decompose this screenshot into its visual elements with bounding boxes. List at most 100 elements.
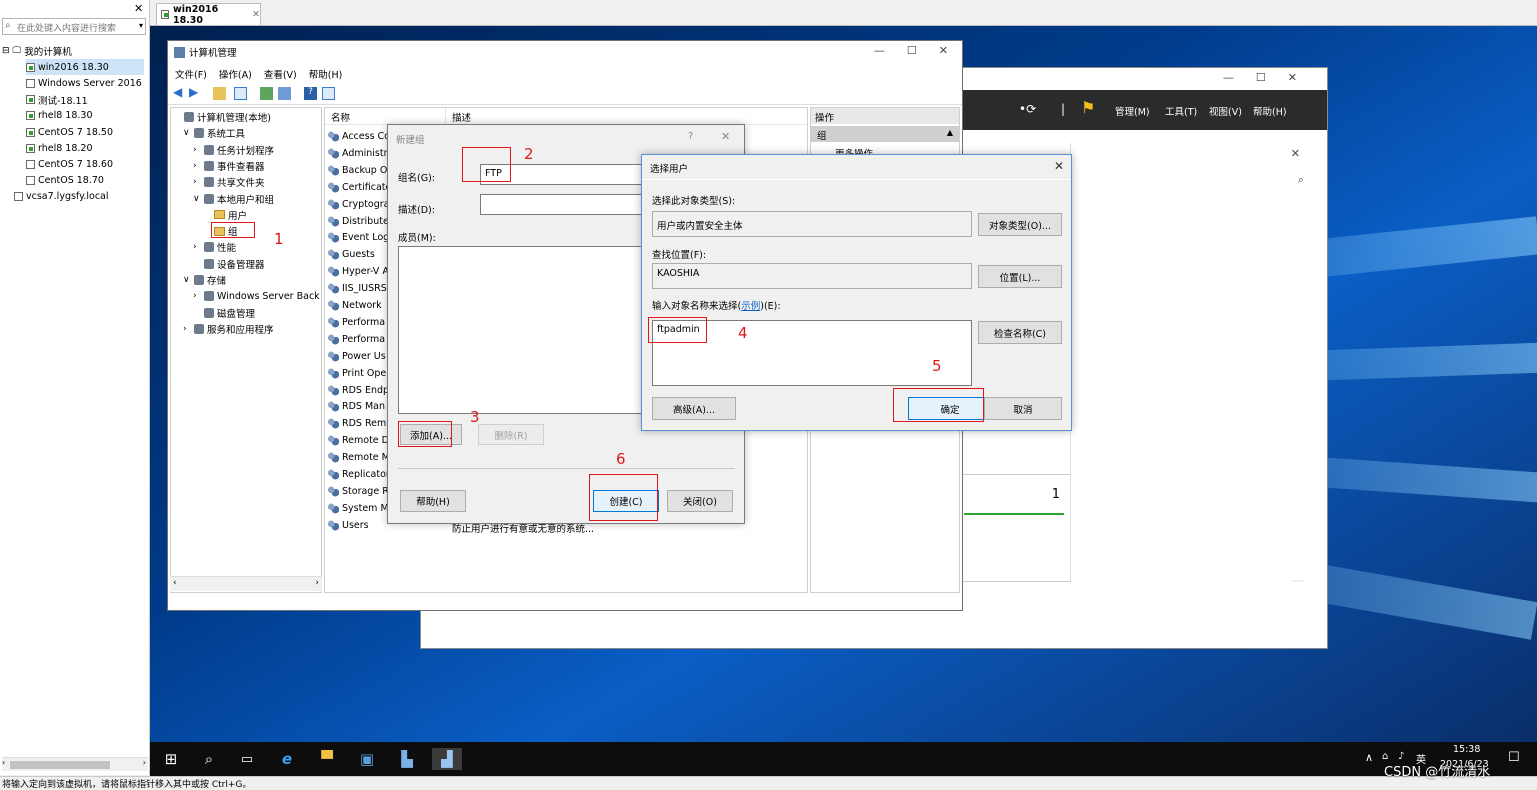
close-icon[interactable]: ✕ xyxy=(252,9,260,20)
windows-start-icon[interactable]: ⊞ xyxy=(160,748,182,770)
chevron-right-icon[interactable]: › xyxy=(193,291,201,301)
table-row[interactable]: RDS Man xyxy=(327,398,385,415)
internet-explorer-icon[interactable]: e xyxy=(276,748,298,770)
maximize-icon[interactable]: ☐ xyxy=(1256,71,1266,84)
remove-member-button[interactable]: 删除(R) xyxy=(478,424,544,445)
cancel-button[interactable]: 取消 xyxy=(984,397,1062,420)
refresh-icon[interactable] xyxy=(260,87,273,100)
chevron-down-icon[interactable]: ∨ xyxy=(193,194,201,204)
minimize-icon[interactable]: — xyxy=(1223,71,1234,84)
cm-tree-item[interactable]: › 任务计划程序 xyxy=(193,142,274,158)
sm-menu-manage[interactable]: 管理(M) xyxy=(1115,104,1150,118)
help-button[interactable]: 帮助(H) xyxy=(400,490,466,512)
cm-tree-hscrollbar[interactable]: ‹ › xyxy=(170,576,322,591)
cm-tree-item[interactable]: › 事件查看器 xyxy=(193,158,265,174)
table-row[interactable]: Print Ope xyxy=(327,365,386,382)
cm-tree-item[interactable]: › Windows Server Back xyxy=(193,288,320,304)
chevron-up-icon[interactable]: ▲ xyxy=(947,128,953,137)
table-row[interactable]: Storage R xyxy=(327,483,389,500)
task-view-icon[interactable]: ▭ xyxy=(236,748,258,770)
library-item[interactable]: CentOS 18.70 xyxy=(26,173,144,189)
sm-menu-help[interactable]: 帮助(H) xyxy=(1253,104,1287,118)
chevron-down-icon[interactable]: ∨ xyxy=(183,128,191,138)
close-icon[interactable]: ✕ xyxy=(1288,71,1297,84)
table-row[interactable]: Performa xyxy=(327,314,385,331)
cm-tree-item[interactable]: ∨ 存储 xyxy=(183,272,226,288)
chevron-down-icon[interactable]: ▾ xyxy=(139,21,143,30)
cm-tree-item[interactable]: 磁盘管理 xyxy=(193,305,255,321)
menu-help[interactable]: 帮助(H) xyxy=(309,67,343,81)
chevron-right-icon[interactable]: › xyxy=(193,242,201,252)
actions-more[interactable]: 更多操作 xyxy=(835,146,873,154)
sm-menu-view[interactable]: 视图(V) xyxy=(1209,104,1242,118)
library-item[interactable]: rhel8 18.20 xyxy=(26,140,144,156)
close-icon[interactable]: ✕ xyxy=(1291,147,1300,160)
chevron-right-icon[interactable]: › xyxy=(193,177,201,187)
menu-view[interactable]: 查看(V) xyxy=(264,67,297,81)
library-search-box[interactable]: ⌕ 在此处键入内容进行搜索 ▾ xyxy=(2,18,146,35)
library-scrollbar[interactable]: ‹ › xyxy=(2,757,148,771)
library-item[interactable]: CentOS 7 18.50 xyxy=(26,124,144,140)
close-icon[interactable]: ✕ xyxy=(939,44,948,57)
table-row[interactable]: IIS_IUSRS xyxy=(327,280,387,297)
table-row[interactable]: Backup O xyxy=(327,162,387,179)
table-row[interactable]: Network xyxy=(327,297,382,314)
table-row[interactable]: Distribute xyxy=(327,213,389,230)
locations-button[interactable]: 位置(L)... xyxy=(978,265,1062,288)
cm-tree-item[interactable]: 计算机管理(本地) xyxy=(173,109,271,125)
chevron-right-icon[interactable]: › xyxy=(183,324,191,334)
chevron-right-icon[interactable]: › xyxy=(193,161,201,171)
clock-time[interactable]: 15:38 xyxy=(1453,744,1480,755)
table-row[interactable]: RDS Endp xyxy=(327,382,389,399)
export-list-icon[interactable] xyxy=(278,87,291,100)
table-row[interactable]: Remote D xyxy=(327,432,389,449)
cm-tree-item[interactable]: › 服务和应用程序 xyxy=(183,321,274,337)
back-arrow-icon[interactable]: ◀ xyxy=(173,85,186,99)
server-manager-icon[interactable]: ▣ xyxy=(356,748,378,770)
chevron-down-icon[interactable]: ∨ xyxy=(183,275,191,285)
table-row[interactable]: Remote M xyxy=(327,449,390,466)
table-row[interactable]: Guests xyxy=(327,246,375,263)
show-action-pane-icon[interactable] xyxy=(322,87,335,100)
cm-tree-item[interactable]: ∨ 本地用户和组 xyxy=(193,191,274,207)
library-item[interactable]: CentOS 7 18.60 xyxy=(26,156,144,172)
table-row[interactable]: Replicator xyxy=(327,466,390,483)
close-icon[interactable]: ✕ xyxy=(1054,159,1064,173)
advanced-button[interactable]: 高级(A)... xyxy=(652,397,736,420)
table-row[interactable]: Power Us xyxy=(327,348,386,365)
maximize-icon[interactable]: ☐ xyxy=(907,44,917,57)
table-row[interactable]: Access Co xyxy=(327,128,390,145)
warning-flag-icon[interactable]: ⚑ xyxy=(1081,98,1095,117)
library-close-icon[interactable]: ✕ xyxy=(134,2,143,15)
col-header-desc[interactable]: 描述 xyxy=(452,110,471,124)
table-row[interactable]: Cryptogra xyxy=(327,196,390,213)
minimize-icon[interactable]: — xyxy=(874,44,885,57)
cm-tree-item[interactable]: › 共享文件夹 xyxy=(193,174,265,190)
help-icon[interactable]: ? xyxy=(688,131,693,142)
table-row[interactable]: Administr xyxy=(327,145,388,162)
library-item[interactable]: rhel8 18.30 xyxy=(26,108,144,124)
collapse-icon[interactable]: ⊟ xyxy=(2,46,10,56)
close-icon[interactable]: ✕ xyxy=(721,130,730,143)
table-row[interactable]: System M xyxy=(327,500,389,517)
library-item[interactable]: Windows Server 2016 xyxy=(26,75,144,91)
menu-file[interactable]: 文件(F) xyxy=(175,67,207,81)
up-folder-icon[interactable] xyxy=(213,87,226,100)
table-row[interactable]: Event Log xyxy=(327,229,389,246)
admin-tools-icon[interactable]: ▙ xyxy=(396,748,418,770)
computer-management-task-icon[interactable]: ▟ xyxy=(432,748,462,770)
table-row[interactable]: Performa xyxy=(327,331,385,348)
search-icon[interactable]: ⌕ xyxy=(1298,173,1304,187)
sm-menu-tools[interactable]: 工具(T) xyxy=(1165,104,1197,118)
table-row[interactable]: Users xyxy=(327,517,369,534)
cm-tree-item[interactable]: 设备管理器 xyxy=(193,256,265,272)
library-item[interactable]: ⊟ 🖵 我的计算机 xyxy=(2,43,142,59)
col-header-name[interactable]: 名称 xyxy=(331,110,350,124)
check-names-button[interactable]: 检查名称(C) xyxy=(978,321,1062,344)
table-row[interactable]: RDS Rem xyxy=(327,415,386,432)
chevron-right-icon[interactable]: › xyxy=(193,145,201,155)
library-item[interactable]: vcsa7.lygsfy.local xyxy=(14,189,154,205)
table-row[interactable]: Hyper-V A xyxy=(327,263,389,280)
menu-action[interactable]: 操作(A) xyxy=(219,67,252,81)
cm-tree-item[interactable]: ∨ 系统工具 xyxy=(183,125,245,141)
